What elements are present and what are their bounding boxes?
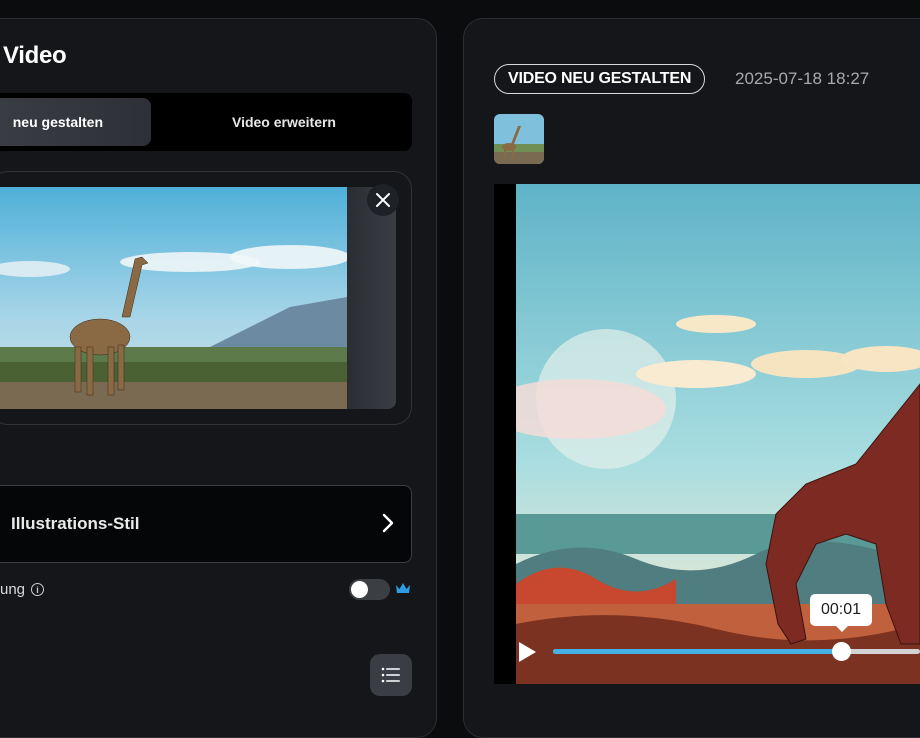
chevron-right-icon	[382, 513, 394, 533]
toggle-option: ung i	[0, 581, 45, 598]
tab-video-erweitern[interactable]: Video erweitern	[160, 98, 408, 146]
source-thumbnail[interactable]	[494, 114, 544, 164]
result-timestamp: 2025-07-18 18:27	[735, 69, 870, 88]
uploaded-video-thumbnail	[0, 187, 347, 409]
toggle-option-label: ung	[0, 581, 26, 598]
progress-fill	[553, 649, 841, 654]
result-type-badge: VIDEO NEU GESTALTEN	[494, 64, 706, 94]
task-list-button[interactable]	[370, 654, 412, 696]
panel-title: Video	[3, 42, 67, 69]
option-toggle[interactable]	[349, 579, 390, 600]
progress-handle[interactable]	[832, 642, 851, 661]
toggle-knob	[351, 581, 368, 598]
style-label: Illustrations-Stil	[11, 514, 140, 533]
list-icon	[381, 667, 400, 683]
crown-icon	[396, 583, 410, 593]
remove-video-button[interactable]	[367, 184, 399, 216]
video-trim-strip	[347, 187, 396, 409]
style-selector[interactable]: Illustrations-Stil	[0, 485, 412, 563]
info-icon[interactable]: i	[31, 583, 45, 596]
mode-tabs: neu gestalten Video erweitern	[0, 93, 412, 151]
close-icon	[376, 193, 390, 207]
current-time-tooltip: 00:01	[810, 594, 872, 632]
play-icon[interactable]	[516, 640, 538, 664]
tab-neu-gestalten[interactable]: neu gestalten	[0, 98, 151, 146]
